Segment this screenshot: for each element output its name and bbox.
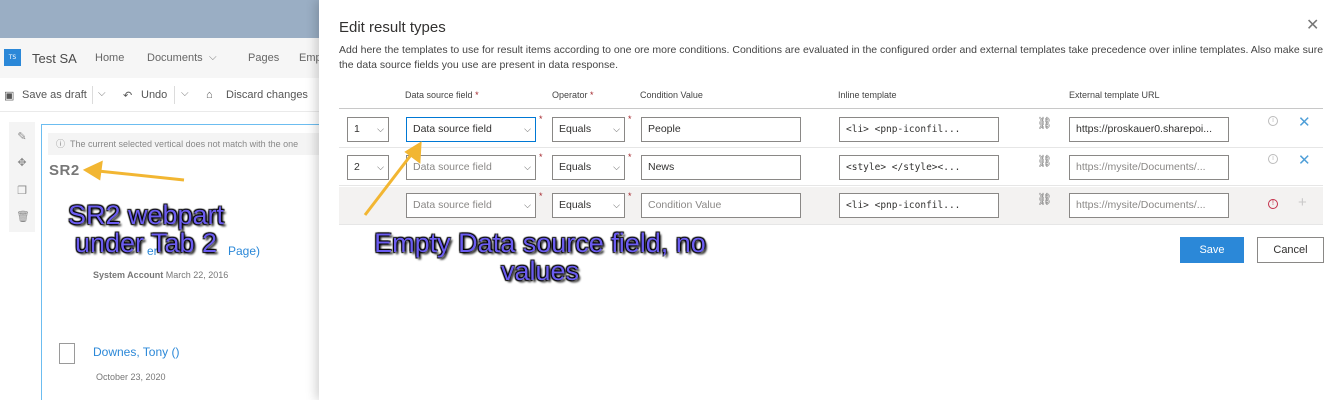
arrow-to-sr2 [97,169,185,182]
annotation-webpart-note: SR2 webpart under Tab 2 [67,200,225,258]
annotation-field-note: Empty Data source field, no values [374,228,706,286]
arrow-to-data-source-field [363,150,416,216]
arrow-head [82,160,103,181]
